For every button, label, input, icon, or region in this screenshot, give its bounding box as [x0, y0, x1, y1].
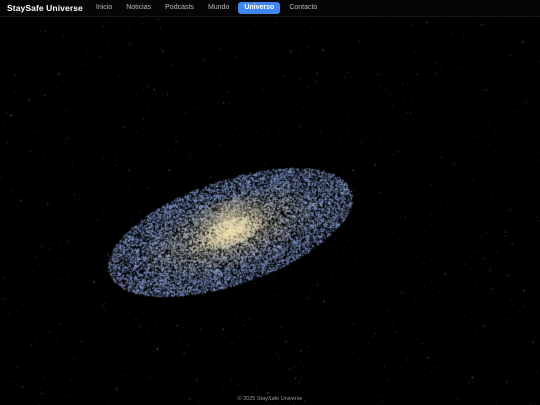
nav-link-contacto[interactable]: Contacto: [284, 2, 322, 14]
nav-link-mundo[interactable]: Mundo: [203, 2, 234, 14]
top-navbar: StaySafe Universe Inicio Noticias Podcas…: [0, 0, 540, 17]
galaxy-canvas[interactable]: [0, 0, 540, 405]
nav-link-inicio[interactable]: Inicio: [91, 2, 117, 14]
nav-link-noticias[interactable]: Noticias: [121, 2, 156, 14]
nav-link-universo[interactable]: Universo: [238, 2, 281, 14]
nav-link-podcasts[interactable]: Podcasts: [160, 2, 199, 14]
page: StaySafe Universe Inicio Noticias Podcas…: [0, 0, 540, 405]
footer-copyright: © 2025 StaySafe Universe: [237, 396, 303, 402]
nav-links: Inicio Noticias Podcasts Mundo Universo …: [91, 2, 326, 14]
brand-logo[interactable]: StaySafe Universe: [7, 3, 83, 13]
